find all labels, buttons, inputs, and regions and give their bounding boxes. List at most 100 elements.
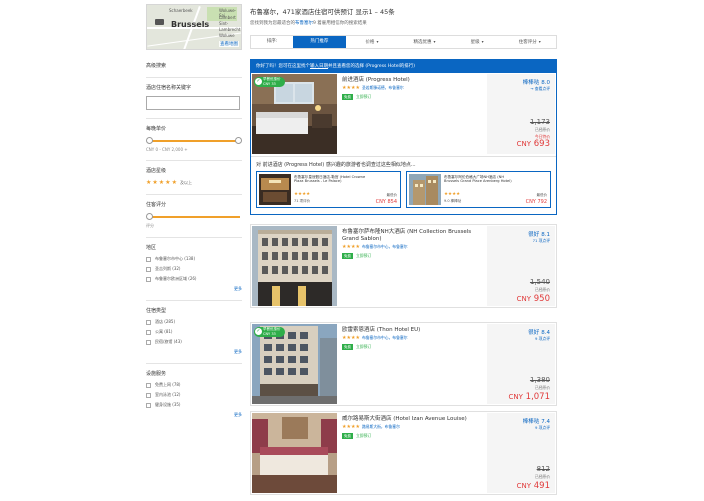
hotel-row[interactable]: ✓ 早餐优惠价 CNY 33 前进酒店 (Progress Hotel) ★★★…	[251, 73, 556, 157]
book-now-text: 立即预订	[356, 433, 372, 438]
hotel-name-input[interactable]	[146, 96, 240, 110]
filter-title: 高级搜索	[146, 63, 167, 69]
reviews-link[interactable]: 9 项点评	[535, 336, 550, 342]
checkbox[interactable]	[146, 382, 151, 388]
district-option[interactable]: 布鲁塞尔市中心 (138)	[146, 256, 242, 262]
facility-option[interactable]: 室内泳池 (12)	[146, 392, 242, 398]
free-cancel-badge: 免费	[342, 253, 353, 259]
original-price: 1,173	[529, 118, 550, 126]
star-suffix: 及以上	[179, 179, 192, 185]
hotel-name-link[interactable]: 布鲁塞尔萨布隆NH大酒店 (NH Collection Brussels Gra…	[342, 229, 482, 243]
reviews-link[interactable]: 9 项点评	[535, 425, 550, 431]
hotel-card: 威尔路易斯大街酒店 (Hotel Izan Avenue Louise) ★★★…	[250, 411, 557, 495]
checkbox[interactable]	[146, 329, 151, 335]
sort-score[interactable]: 住客评分 ▾	[503, 36, 556, 48]
sort-stars[interactable]: 星级 ▾	[451, 36, 504, 48]
checkbox[interactable]	[146, 319, 151, 325]
district-option[interactable]: 圣吉列斯 (32)	[146, 266, 242, 272]
checkbox[interactable]	[146, 339, 151, 345]
subtitle-text: 您找到我为您最适合的	[250, 21, 295, 26]
star-icon[interactable]: ★	[165, 179, 170, 186]
original-price: 1,540	[529, 278, 550, 286]
star-icon[interactable]: ★	[146, 179, 151, 186]
hotel-name-link[interactable]: 欧雷索恩酒店 (Thon Hotel EU)	[342, 327, 482, 334]
facility-option[interactable]: 免费上网 (78)	[146, 382, 242, 388]
hotel-photo[interactable]	[252, 226, 337, 306]
reviews-link[interactable]: 71 项点评	[533, 238, 550, 244]
hotel-name-link[interactable]: 威尔路易斯大街酒店 (Hotel Izan Avenue Louise)	[342, 416, 482, 423]
hotel-name-link[interactable]: 前进酒店 (Progress Hotel)	[342, 77, 482, 84]
current-price[interactable]: CNY 950	[517, 294, 550, 304]
compare-list: 布鲁塞尔皇冠假日酒店-勒宫 (Hotel Crowne Plaza Brusse…	[251, 171, 556, 214]
compare-hotel-stars: ★★★★	[294, 192, 311, 197]
price-min-handle[interactable]	[146, 137, 153, 144]
deal-badge: ✓ 早餐优惠价 CNY 33	[254, 327, 285, 337]
current-price[interactable]: CNY 693	[517, 139, 550, 149]
compare-hotel-card[interactable]: 布鲁塞尔皇冠假日酒店-勒宫 (Hotel Crowne Plaza Brusse…	[256, 171, 401, 208]
hotel-row[interactable]: ✓ 早餐优惠价 CNY 33 欧雷索恩酒店 (Thon Hotel EU) ★★…	[250, 322, 557, 406]
sort-deals[interactable]: 精选优惠 ▾	[398, 36, 451, 48]
map-thumbnail[interactable]: Schaerbeek Woluwe-Sai Lambert Sint- Lamb…	[146, 4, 242, 50]
score-slider[interactable]	[146, 213, 242, 221]
map-label: Woluwe	[219, 33, 235, 38]
current-price[interactable]: CNY 491	[517, 481, 550, 491]
hotel-info: 布鲁塞尔萨布隆NH大酒店 (NH Collection Brussels Gra…	[342, 229, 482, 259]
enter-dates-link[interactable]: 输入日期	[310, 64, 328, 69]
compare-price[interactable]: CNY 792	[526, 199, 547, 205]
hotel-row[interactable]: 布鲁塞尔萨布隆NH大酒店 (NH Collection Brussels Gra…	[250, 224, 557, 308]
star-icon[interactable]: ★	[152, 179, 157, 186]
check-icon: ✓	[255, 78, 262, 85]
hotel-photo[interactable]: ✓ 早餐优惠价 CNY 33	[252, 324, 337, 404]
star-icon[interactable]: ★	[172, 179, 177, 186]
review-score[interactable]: 很好 8.1	[528, 230, 550, 238]
price-slider[interactable]	[146, 137, 242, 145]
checkbox[interactable]	[146, 266, 151, 272]
checkbox[interactable]	[146, 276, 151, 282]
type-option[interactable]: 民宿/旅馆 (43)	[146, 339, 242, 345]
compare-hotel-card[interactable]: 布鲁塞尔阿伦伯格大广场NH酒店 (NH Brussels Grand Place…	[406, 171, 551, 208]
hotel-location-link[interactable]: 路易斯大街，布鲁塞尔	[362, 424, 400, 430]
current-price[interactable]: CNY 1,071	[509, 392, 550, 402]
reviews-link[interactable]: → 查看点评	[530, 86, 550, 92]
score-handle[interactable]	[146, 213, 153, 220]
district-option-label: 布鲁塞尔欧洲区域 (26)	[155, 276, 197, 281]
hotel-photo[interactable]: ✓ 早餐优惠价 CNY 33	[252, 74, 337, 154]
district-option[interactable]: 布鲁塞尔欧洲区域 (26)	[146, 276, 242, 282]
review-score[interactable]: 很好 8.4	[528, 328, 550, 336]
divider	[146, 194, 242, 195]
review-score[interactable]: 棒棒哒 8.0	[523, 78, 550, 86]
checkbox[interactable]	[146, 402, 151, 408]
hotel-row[interactable]: 威尔路易斯大街酒店 (Hotel Izan Avenue Louise) ★★★…	[250, 411, 557, 495]
view-map-link[interactable]: 查看地图	[219, 41, 239, 47]
free-cancel-badge: 免费	[342, 94, 353, 100]
compare-hotel-name[interactable]: 布鲁塞尔皇冠假日酒店-勒宫 (Hotel Crowne Plaza Brusse…	[294, 175, 366, 184]
hotel-info: 威尔路易斯大街酒店 (Hotel Izan Avenue Louise) ★★★…	[342, 416, 482, 439]
checkbox[interactable]	[146, 392, 151, 398]
compare-price[interactable]: CNY 854	[376, 199, 397, 205]
deal-badge: ✓ 早餐优惠价 CNY 33	[254, 77, 285, 87]
sort-price[interactable]: 价格 ▾	[346, 36, 399, 48]
price-max-handle[interactable]	[235, 137, 242, 144]
hotel-location-link[interactable]: 圣若斯滕诺德，布鲁塞尔	[362, 85, 404, 91]
star-filter[interactable]: ★ ★ ★ ★ ★ 及以上	[146, 179, 242, 186]
sort-popular[interactable]: 热门推荐	[293, 36, 346, 48]
star-icon[interactable]: ★	[159, 179, 164, 186]
district-more-link[interactable]: 更多	[146, 286, 242, 292]
type-option[interactable]: 公寓 (81)	[146, 329, 242, 335]
facility-option[interactable]: 健身设施 (35)	[146, 402, 242, 408]
compare-hotel-name[interactable]: 布鲁塞尔阿伦伯格大广场NH酒店 (NH Brussels Grand Place…	[444, 175, 516, 184]
map-label: Sint-	[219, 21, 229, 26]
hotel-location-link[interactable]: 布鲁塞尔市中心，布鲁塞尔	[362, 244, 408, 250]
hotel-photo[interactable]	[252, 413, 337, 493]
type-option[interactable]: 酒店 (285)	[146, 319, 242, 325]
type-more-link[interactable]: 更多	[146, 349, 242, 355]
page-title: 布鲁塞尔，471家酒店住宿可供预订 显示1 – 45条	[250, 8, 395, 16]
original-price-note: 已经原价	[534, 287, 550, 292]
chevron-down-icon: ▾	[376, 39, 379, 44]
review-score[interactable]: 棒棒哒 7.4	[523, 417, 550, 425]
compare-title: 对 前进酒店 (Progress Hotel) 感兴趣的旅游者也调查过这些相似地…	[256, 162, 416, 168]
checkbox[interactable]	[146, 256, 151, 262]
facility-more-link[interactable]: 更多	[146, 412, 242, 418]
subtitle-city-link[interactable]: 布鲁塞尔	[295, 21, 313, 26]
hotel-location-link[interactable]: 布鲁塞尔市中心，布鲁塞尔	[362, 335, 408, 341]
